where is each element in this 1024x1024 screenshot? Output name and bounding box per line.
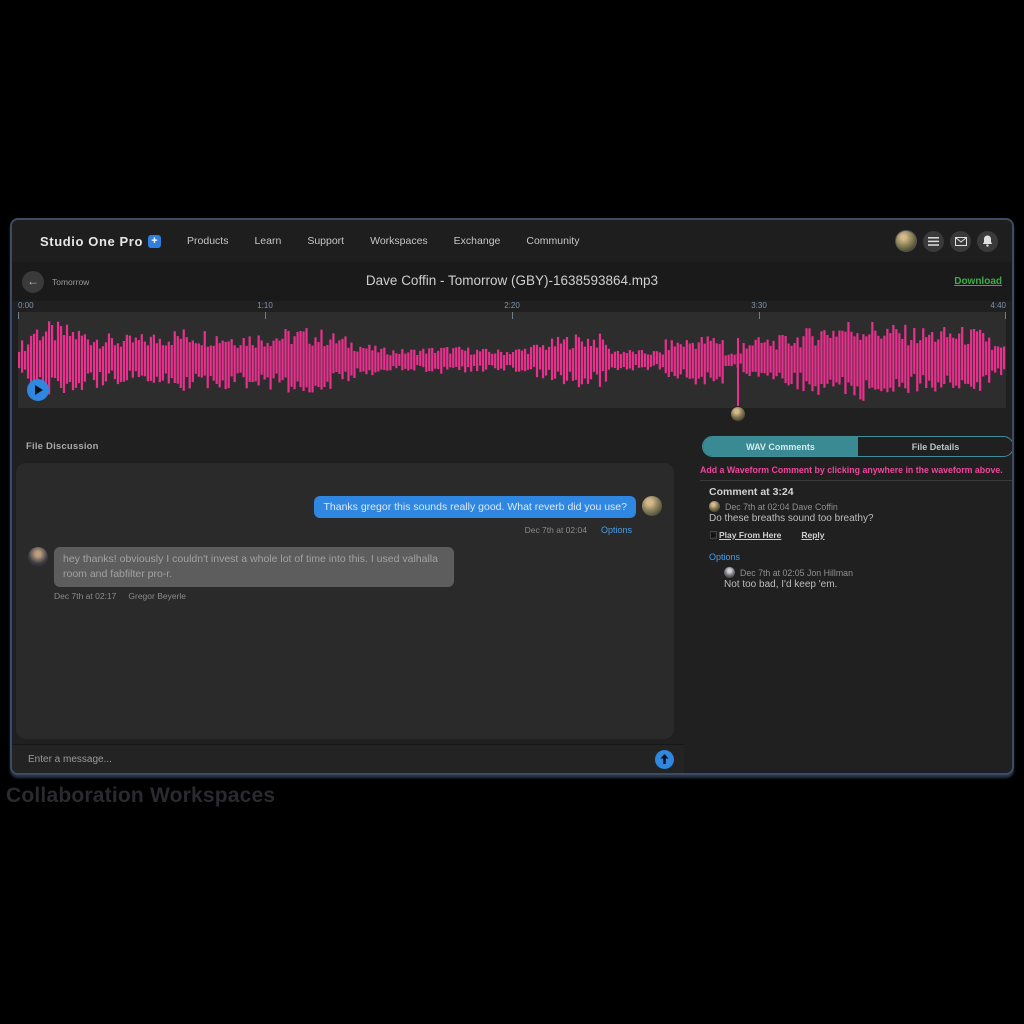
- divider: [700, 480, 1014, 481]
- nav-item-support[interactable]: Support: [307, 235, 344, 247]
- comment-options: Options: [709, 547, 740, 565]
- play-from-here-label: Play From Here: [719, 530, 781, 540]
- comment-body: Do these breaths sound too breathy?: [709, 513, 874, 524]
- message-input-bar: [12, 744, 684, 773]
- nav-item-learn[interactable]: Learn: [254, 235, 281, 247]
- avatar: [724, 567, 735, 578]
- brand-logo-text: Studio One Pro: [40, 234, 143, 249]
- message-timestamp: Dec 7th at 02:04: [525, 525, 587, 535]
- message-input[interactable]: [28, 754, 655, 765]
- message-timestamp: Dec 7th at 02:17: [54, 591, 116, 601]
- time-ruler: 0:00 1:10 2:20 3:30 4:40: [18, 301, 1006, 312]
- main-nav: Products Learn Support Workspaces Exchan…: [187, 235, 579, 247]
- download-link[interactable]: Download: [954, 276, 1002, 287]
- messages-button[interactable]: [950, 231, 971, 252]
- message-meta: Dec 7th at 02:17 Gregor Beyerle: [54, 591, 186, 601]
- nav-item-products[interactable]: Products: [187, 235, 228, 247]
- reply-link[interactable]: Reply: [801, 530, 824, 540]
- chat-message-incoming: hey thanks! obviously I couldn't invest …: [28, 547, 454, 587]
- message-bubble: Thanks gregor this sounds really good. W…: [314, 496, 636, 518]
- comment-author-timestamp: Dec 7th at 02:04 Dave Coffin: [725, 502, 838, 512]
- top-navbar: Studio One Pro + Products Learn Support …: [12, 220, 1012, 262]
- file-title: Dave Coffin - Tomorrow (GBY)-1638593864.…: [12, 273, 1012, 288]
- plus-badge-icon: +: [148, 235, 161, 248]
- avatar: [709, 501, 720, 512]
- discussion-heading: File Discussion: [26, 441, 99, 452]
- tab-file-details[interactable]: File Details: [858, 437, 1013, 456]
- waveform-bars: [18, 312, 1006, 408]
- play-icon: [35, 385, 43, 395]
- notifications-button[interactable]: [977, 231, 998, 252]
- waveform-comment-instruction: Add a Waveform Comment by clicking anywh…: [700, 465, 1003, 475]
- waveform[interactable]: [18, 312, 1006, 408]
- message-meta: Dec 7th at 02:04 Options: [525, 525, 632, 535]
- stage: Studio One Pro + Products Learn Support …: [0, 0, 1024, 1024]
- time-marker: 1:10: [257, 301, 273, 310]
- comment-actions: Play From Here Reply: [711, 530, 825, 540]
- time-marker: 0:00: [18, 301, 34, 310]
- nav-item-exchange[interactable]: Exchange: [454, 235, 501, 247]
- nav-item-workspaces[interactable]: Workspaces: [370, 235, 428, 247]
- pin-line: [737, 338, 739, 408]
- play-button[interactable]: [27, 379, 49, 401]
- play-from-here-link[interactable]: Play From Here: [711, 530, 781, 540]
- reply-meta: Dec 7th at 02:05 Jon Hillman: [724, 567, 853, 578]
- nav-right-group: [895, 230, 998, 252]
- reply-body: Not too bad, I'd keep 'em.: [724, 579, 837, 590]
- tab-wav-comments[interactable]: WAV Comments: [703, 437, 858, 456]
- file-header: ← Tomorrow Dave Coffin - Tomorrow (GBY)-…: [12, 262, 1012, 301]
- hamburger-icon: [928, 237, 939, 246]
- reply-author-timestamp: Dec 7th at 02:05 Jon Hillman: [740, 568, 853, 578]
- chat-message-outgoing: Thanks gregor this sounds really good. W…: [314, 496, 662, 518]
- comment-options-link[interactable]: Options: [709, 552, 740, 562]
- time-marker: 2:20: [504, 301, 520, 310]
- message-bubble: hey thanks! obviously I couldn't invest …: [54, 547, 454, 587]
- comment-title: Comment at 3:24: [709, 486, 794, 498]
- mail-icon: [955, 237, 967, 246]
- arrow-up-icon: [660, 754, 669, 764]
- message-author: Gregor Beyerle: [128, 591, 186, 601]
- bell-icon: [982, 235, 993, 247]
- menu-button[interactable]: [923, 231, 944, 252]
- comments-tab-group: WAV Comments File Details: [702, 436, 1014, 457]
- chat-panel: Thanks gregor this sounds really good. W…: [16, 463, 674, 739]
- time-marker: 3:30: [751, 301, 767, 310]
- brand-logo[interactable]: Studio One Pro +: [40, 234, 161, 249]
- app-window: Studio One Pro + Products Learn Support …: [10, 218, 1014, 775]
- play-icon: [711, 532, 716, 538]
- time-marker: 4:40: [990, 301, 1006, 310]
- avatar: [642, 496, 662, 516]
- avatar: [28, 547, 48, 567]
- user-avatar[interactable]: [895, 230, 917, 252]
- page-caption: Collaboration Workspaces: [6, 784, 275, 808]
- comment-meta: Dec 7th at 02:04 Dave Coffin: [709, 501, 838, 512]
- pin-avatar[interactable]: [730, 406, 746, 422]
- message-options-link[interactable]: Options: [601, 525, 632, 535]
- send-button[interactable]: [655, 750, 674, 769]
- nav-item-community[interactable]: Community: [526, 235, 579, 247]
